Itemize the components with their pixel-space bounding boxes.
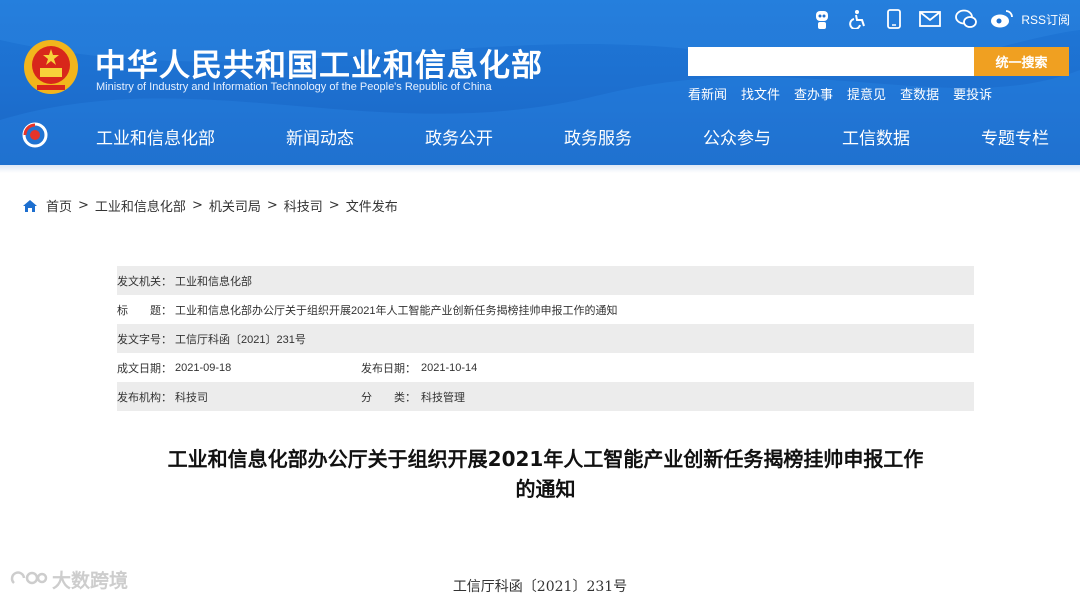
meta-row-issuer: 发文机关： 工业和信息化部 [117, 266, 974, 295]
meta-label: 标 题： [117, 304, 172, 317]
nav-item-data[interactable]: 工信数据 [842, 124, 910, 149]
breadcrumb-separator: > [78, 198, 89, 213]
quick-link-data[interactable]: 查数据 [900, 84, 939, 103]
mail-icon[interactable] [917, 6, 943, 32]
top-links: RSS订阅 [799, 6, 1070, 32]
article-doc-number: 工信厅科函〔2021〕231号 [452, 579, 628, 595]
site-header: 中华人民共和国工业和信息化部 Ministry of Industry and … [0, 0, 1080, 165]
meta-row-dates: 成文日期： 2021-09-18 发布日期： 2021-10-14 [117, 353, 974, 382]
breadcrumb-departments[interactable]: 机关司局 [209, 196, 261, 215]
meta-value: 科技管理 [421, 391, 465, 404]
quick-links: 看新闻 找文件 查办事 提意见 查数据 要投诉 [688, 84, 1006, 103]
meta-label: 成文日期： [117, 362, 172, 375]
search-bar: 统一搜索 [688, 47, 1069, 76]
meta-label: 分 类： [361, 391, 416, 404]
watermark-text: 大数跨境 [52, 570, 129, 592]
main-nav: 工业和信息化部 新闻动态 政务公开 政务服务 公众参与 工信数据 专题专栏 [0, 116, 1080, 156]
accessibility-icon[interactable] [845, 6, 871, 32]
quick-link-news[interactable]: 看新闻 [688, 84, 727, 103]
site-subtitle: Ministry of Industry and Information Tec… [96, 81, 492, 93]
meta-value: 工信厅科函〔2021〕231号 [175, 333, 306, 346]
meta-value: 工业和信息化部办公厅关于组织开展2021年人工智能产业创新任务揭榜挂帅申报工作的… [175, 304, 618, 317]
breadcrumb-separator: > [266, 198, 278, 213]
wechat-icon[interactable] [953, 6, 979, 32]
breadcrumb-separator: > [328, 198, 340, 213]
nav-item-miit[interactable]: 工业和信息化部 [96, 124, 215, 149]
miit-logo-icon[interactable] [22, 122, 48, 148]
nav-item-news[interactable]: 新闻动态 [286, 124, 354, 149]
breadcrumb-tech-dept[interactable]: 科技司 [284, 196, 323, 215]
search-input[interactable] [688, 47, 974, 76]
home-icon[interactable] [22, 199, 38, 213]
article-title-line: 的通知 [515, 477, 576, 501]
meta-value: 科技司 [175, 391, 208, 404]
weibo-icon[interactable] [989, 6, 1015, 32]
nav-item-gov-services[interactable]: 政务服务 [564, 124, 632, 149]
nav-item-public[interactable]: 公众参与 [703, 124, 771, 149]
meta-row-org: 发布机构： 科技司 分 类： 科技管理 [117, 382, 974, 411]
article-title: 工业和信息化部办公厅关于组织开展2021年人工智能产业创新任务揭榜挂帅申报工作 … [117, 444, 974, 504]
meta-label: 发文机关： [117, 275, 172, 288]
breadcrumb-home[interactable]: 首页 [46, 196, 72, 215]
meta-row-title: 标 题： 工业和信息化部办公厅关于组织开展2021年人工智能产业创新任务揭榜挂帅… [117, 295, 974, 324]
meta-label: 发文字号： [117, 333, 172, 346]
meta-row-docno: 发文字号： 工信厅科函〔2021〕231号 [117, 324, 974, 353]
rss-link[interactable]: RSS订阅 [1021, 11, 1070, 28]
breadcrumb-miit[interactable]: 工业和信息化部 [95, 196, 186, 215]
article-title-line: 工业和信息化部办公厅关于组织开展2021年人工智能产业创新任务揭榜挂帅申报工作 [167, 447, 924, 471]
meta-label: 发布机构： [117, 391, 172, 404]
nav-item-topics[interactable]: 专题专栏 [981, 124, 1049, 149]
breadcrumb-file-release[interactable]: 文件发布 [346, 196, 398, 215]
quick-link-feedback[interactable]: 提意见 [847, 84, 886, 103]
meta-value: 工业和信息化部 [175, 275, 252, 288]
mobile-icon[interactable] [881, 6, 907, 32]
meta-value: 2021-09-18 [175, 361, 232, 374]
document-meta-table: 发文机关： 工业和信息化部 标 题： 工业和信息化部办公厅关于组织开展2021年… [117, 266, 974, 411]
robot-icon[interactable] [809, 6, 835, 32]
nav-item-gov-affairs[interactable]: 政务公开 [425, 124, 493, 149]
meta-label: 发布日期： [361, 362, 416, 375]
national-emblem-icon[interactable] [22, 37, 80, 97]
breadcrumb-separator: > [191, 198, 203, 213]
quick-link-complaint[interactable]: 要投诉 [953, 84, 992, 103]
site-title: 中华人民共和国工业和信息化部 [95, 48, 543, 84]
breadcrumb: 首页 > 工业和信息化部 > 机关司局 > 科技司 > 文件发布 [22, 196, 398, 215]
meta-value: 2021-10-14 [421, 361, 478, 374]
search-button[interactable]: 统一搜索 [974, 47, 1069, 76]
watermark-logo-icon [10, 570, 48, 584]
watermark: 大数跨境 [10, 566, 128, 593]
header-shadow [0, 165, 1080, 173]
quick-link-files[interactable]: 找文件 [741, 84, 780, 103]
quick-link-services[interactable]: 查办事 [794, 84, 833, 103]
